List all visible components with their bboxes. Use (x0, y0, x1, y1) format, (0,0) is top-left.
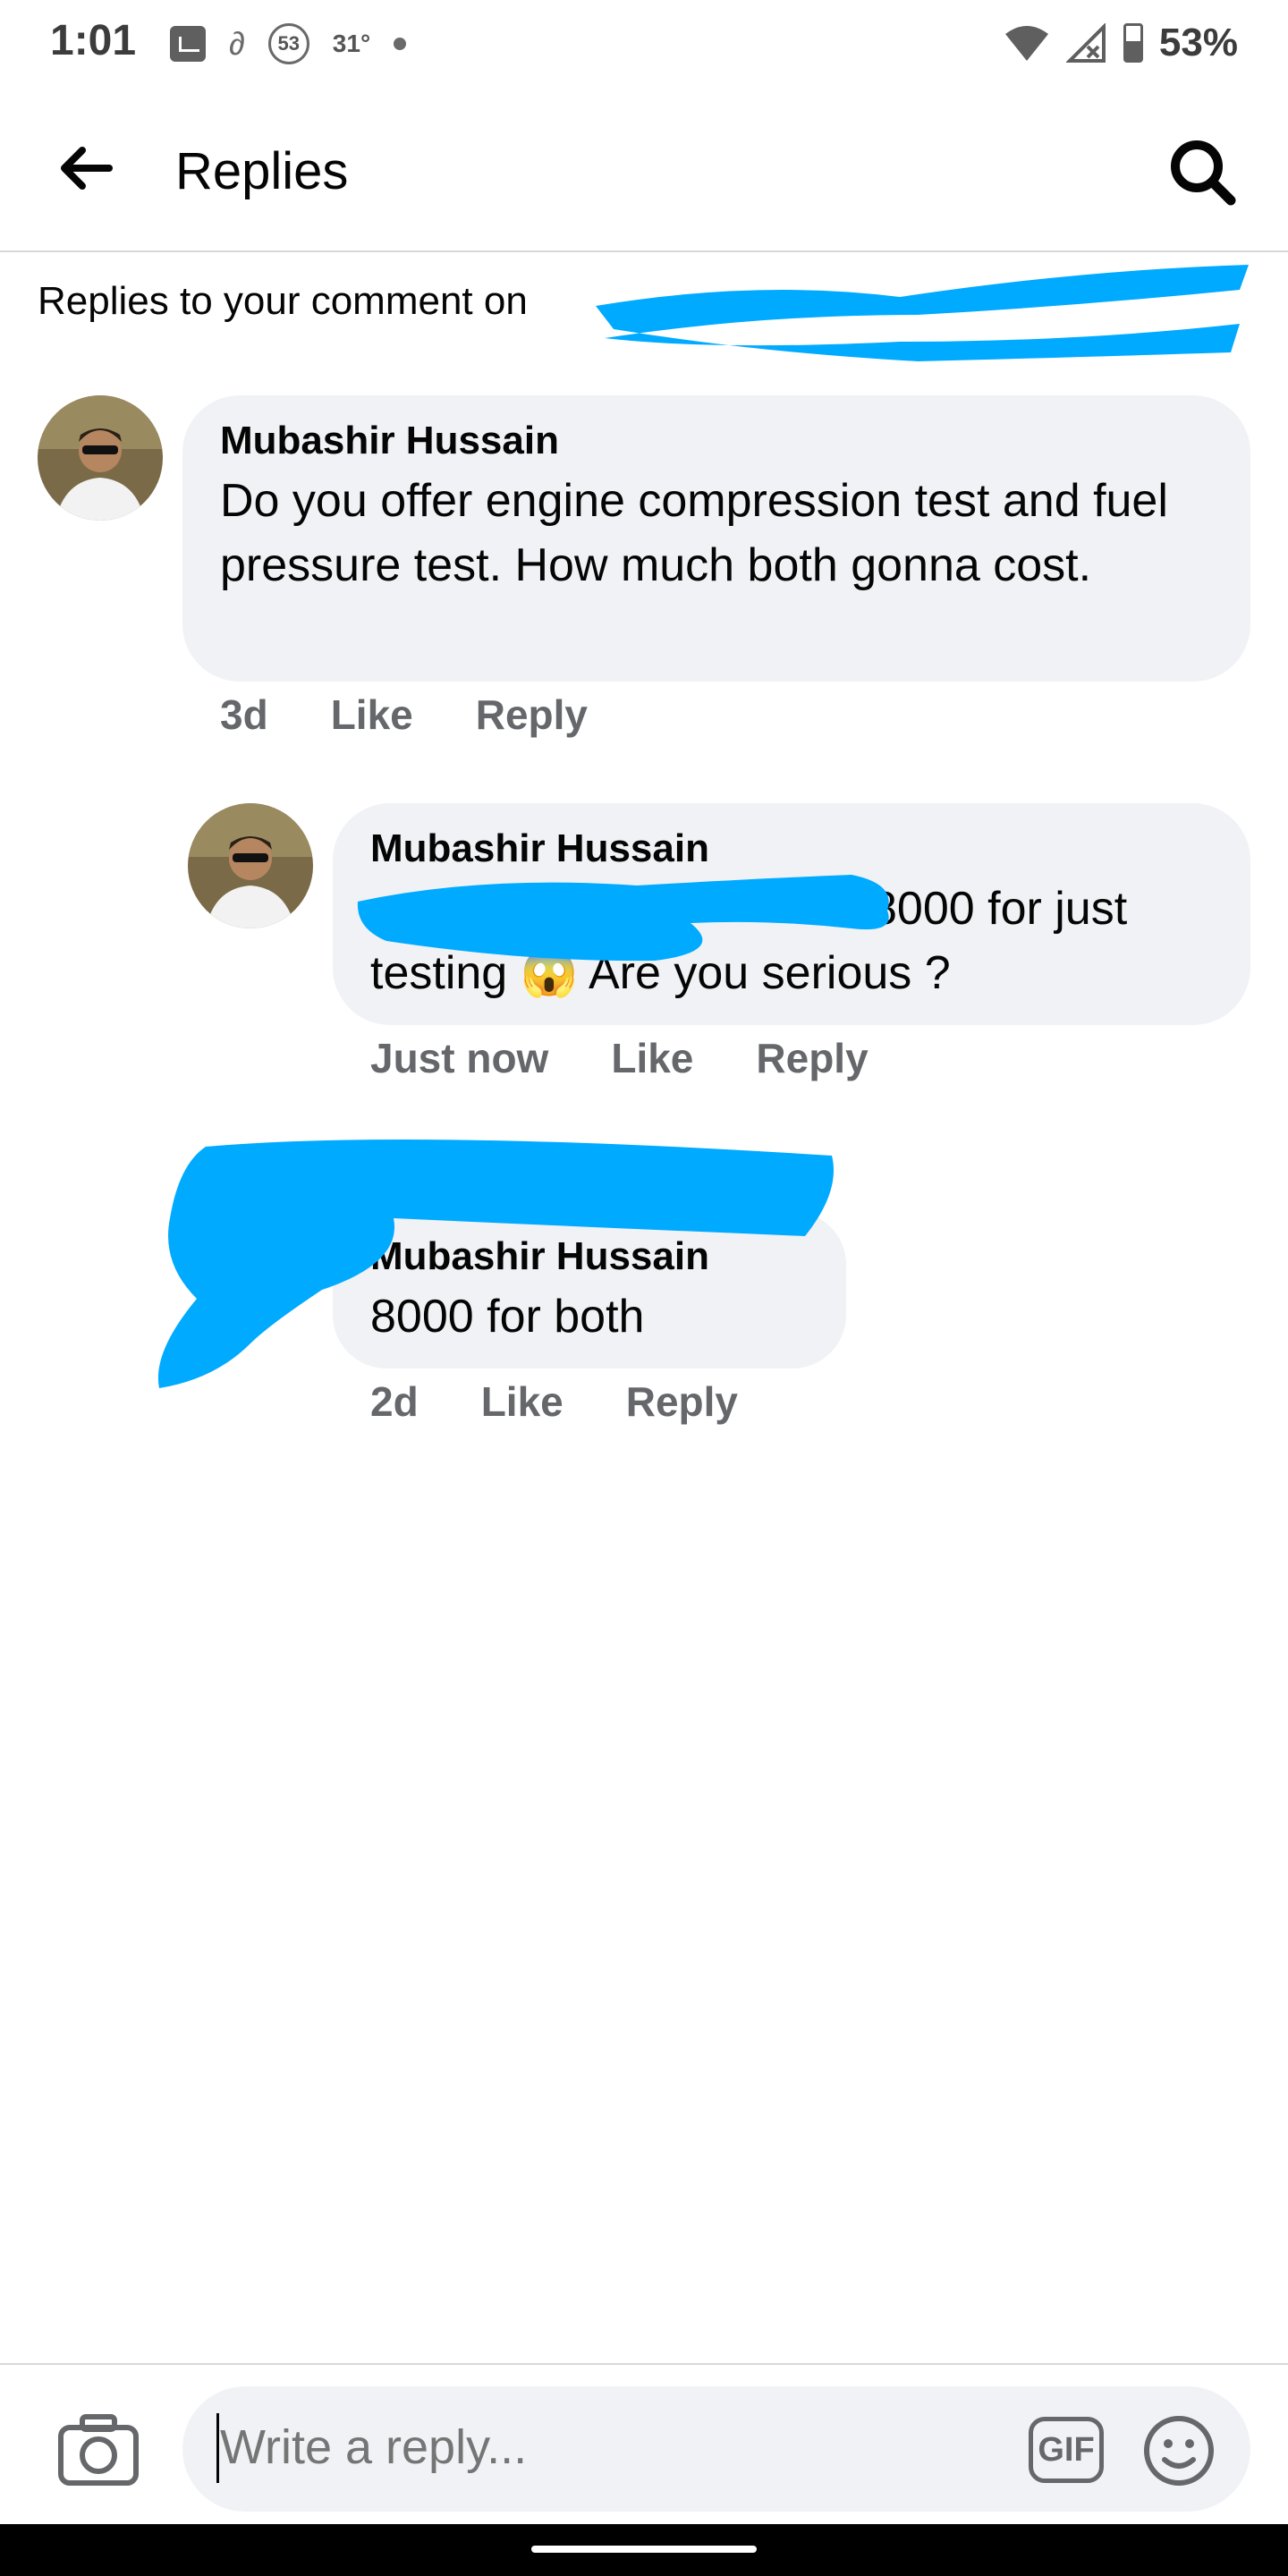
redaction-scribble (357, 875, 889, 962)
comment-timestamp: 2d (370, 1378, 419, 1425)
app-notification-icon: ∂ (229, 25, 245, 62)
signal-no-data-icon (1065, 23, 1106, 63)
comment-timestamp: 3d (220, 691, 268, 738)
like-button[interactable]: Like (611, 1034, 693, 1082)
reply-button[interactable]: Reply (756, 1034, 868, 1082)
comment-text-line1: 8000 for just (871, 883, 1128, 935)
badge-count-icon: 53 (267, 23, 309, 64)
back-arrow-icon[interactable] (54, 136, 118, 200)
comment-author[interactable]: Mubashir Hussain (370, 826, 1213, 871)
more-notifications-dot-icon (394, 38, 407, 50)
profile-photo (38, 395, 163, 521)
status-bar: 1:01 ∂ 53 31° 53% (0, 0, 1288, 86)
comment-bubble[interactable]: Mubashir Hussain Do you offer engine com… (182, 395, 1250, 682)
reply-input-container[interactable]: GIF (182, 2386, 1250, 2512)
profile-photo (188, 803, 313, 928)
system-navigation-bar (0, 2524, 1288, 2576)
redaction-scribble (596, 265, 1249, 361)
battery-icon (1123, 23, 1143, 63)
reply-composer: GIF (0, 2363, 1288, 2526)
battery-percent: 53% (1158, 21, 1238, 64)
page-title: Replies (175, 142, 349, 200)
app-bar: Replies (0, 86, 1288, 252)
like-button[interactable]: Like (481, 1377, 564, 1426)
reply-input[interactable] (218, 2419, 937, 2476)
search-icon[interactable] (1165, 134, 1240, 209)
reply-button[interactable]: Reply (626, 1377, 738, 1426)
comment-actions: 2d Like Reply (370, 1377, 738, 1426)
weather-temperature: 31° (332, 30, 371, 57)
reply-button[interactable]: Reply (476, 691, 588, 739)
emoji-icon[interactable] (1141, 2413, 1216, 2488)
like-button[interactable]: Like (331, 691, 413, 739)
avatar[interactable] (38, 395, 163, 521)
wifi-icon (1004, 26, 1048, 61)
comment-actions: Just now Like Reply (370, 1034, 869, 1082)
home-gesture-handle[interactable] (531, 2546, 757, 2553)
comment-actions: 3d Like Reply (220, 691, 588, 739)
comment-timestamp: Just now (370, 1035, 549, 1081)
avatar[interactable] (188, 803, 313, 928)
status-notification-icons: ∂ 53 31° (170, 21, 407, 66)
message-notification-icon (170, 26, 206, 62)
comment-text: Do you offer engine compression test and… (220, 475, 1168, 591)
comment-author[interactable]: Mubashir Hussain (220, 419, 1213, 463)
status-time: 1:01 (50, 17, 137, 64)
status-system-icons: 53% (1004, 18, 1238, 68)
text-cursor (216, 2413, 219, 2483)
redaction-scribble (157, 1140, 834, 1388)
gif-button[interactable]: GIF (1029, 2417, 1104, 2483)
camera-icon[interactable] (57, 2413, 140, 2488)
replies-subheader: Replies to your comment on (38, 279, 528, 323)
